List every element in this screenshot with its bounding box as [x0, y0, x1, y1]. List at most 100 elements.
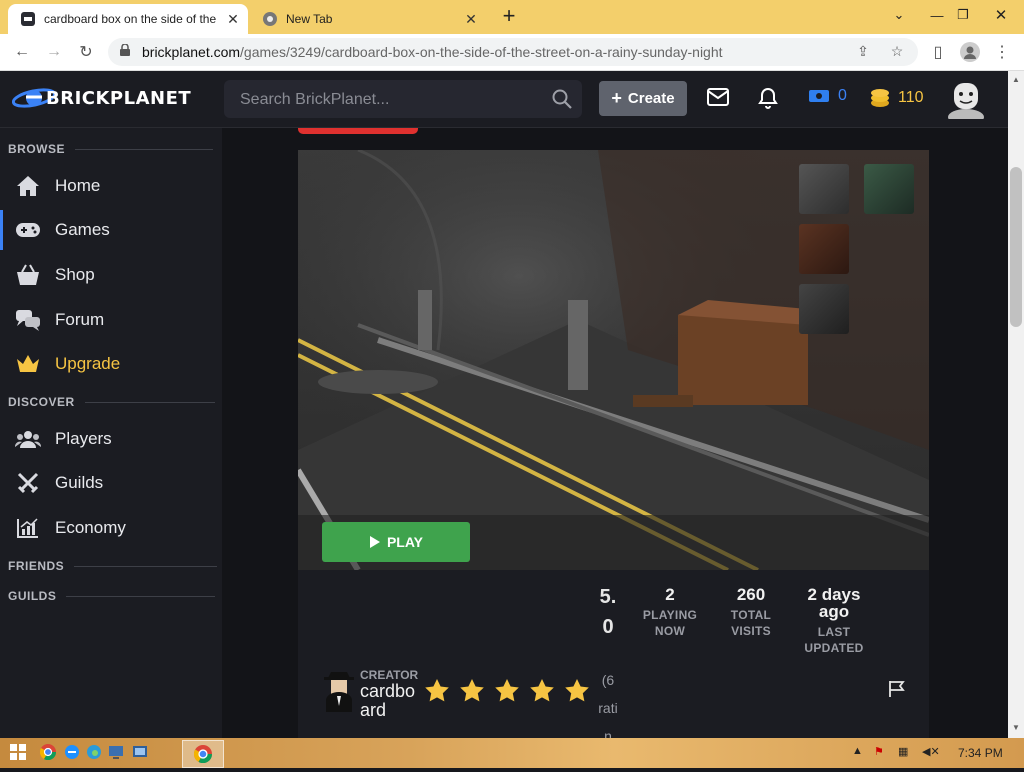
section-browse: BROWSE	[8, 142, 213, 156]
play-icon	[369, 536, 380, 548]
sidebar-item-upgrade[interactable]: Upgrade	[0, 344, 222, 384]
scroll-up-icon[interactable]: ▲	[1012, 75, 1020, 84]
home-icon	[14, 174, 42, 198]
brickplanet-favicon	[20, 11, 36, 27]
bookmark-star-icon[interactable]: ☆	[888, 43, 906, 61]
new-tab-button[interactable]: +	[498, 5, 520, 28]
sidebar-item-games[interactable]: Games	[0, 210, 225, 250]
sidebar-item-label: Shop	[55, 265, 95, 284]
bits-count: 110	[898, 89, 924, 106]
back-icon[interactable]: ←	[10, 40, 34, 64]
star-icon[interactable]	[459, 678, 485, 708]
restore-icon[interactable]: ❐	[950, 0, 976, 30]
close-tab-icon[interactable]: ✕	[462, 11, 480, 28]
create-button[interactable]: + Create	[599, 81, 687, 116]
tray-arrow-icon[interactable]: ▲	[852, 745, 863, 757]
mail-icon[interactable]	[707, 88, 729, 111]
chart-icon	[14, 516, 42, 540]
sidebar-item-forum[interactable]: Forum	[0, 300, 222, 340]
creator-label: CREATOR	[360, 668, 419, 682]
close-window-icon[interactable]: ✕	[988, 0, 1014, 30]
rating-value: 5.0	[599, 586, 617, 638]
red-action-button[interactable]	[298, 128, 418, 134]
taskbar-clock: 7:34 PM	[958, 746, 1003, 760]
report-flag-icon[interactable]	[888, 680, 906, 703]
url-text: brickplanet.com/games/3249/cardboard-box…	[142, 44, 723, 60]
edge-icon[interactable]	[86, 744, 104, 762]
sidebar-item-home[interactable]: Home	[0, 166, 222, 206]
close-tab-icon[interactable]: ✕	[224, 11, 242, 28]
stat-last-updated: 2 days ago LAST UPDATED	[804, 585, 864, 655]
thumbnail-4[interactable]	[799, 284, 849, 334]
minimize-icon[interactable]: —	[924, 0, 950, 30]
star-rating[interactable]	[424, 678, 599, 708]
tray-flag-icon[interactable]: ⚑	[874, 745, 884, 758]
thumbnail-3[interactable]	[799, 224, 849, 274]
stat-playing-now: 2 PLAYING NOW	[642, 585, 698, 638]
tab-title: cardboard box on the side of the	[44, 12, 217, 26]
sidebar-item-label: Forum	[55, 310, 105, 329]
sidebar-item-economy[interactable]: Economy	[0, 508, 222, 548]
star-icon[interactable]	[529, 678, 555, 708]
swords-icon	[14, 471, 42, 495]
search-box	[224, 80, 582, 120]
credits-display[interactable]: 0	[808, 87, 847, 105]
bits-display[interactable]: 110	[870, 87, 924, 109]
tab-search-chevron-icon[interactable]: ⌄	[886, 0, 912, 30]
sidebar-item-label: Economy	[55, 518, 126, 537]
browser-tab-strip: cardboard box on the side of the ✕ New T…	[0, 0, 1024, 34]
menu-kebab-icon[interactable]: ⋮	[990, 40, 1014, 64]
share-icon[interactable]: ⇪	[854, 43, 872, 61]
windows-start-icon[interactable]	[10, 744, 28, 762]
user-avatar[interactable]	[946, 79, 986, 125]
scroll-down-icon[interactable]: ▼	[1012, 723, 1020, 732]
star-icon[interactable]	[494, 678, 520, 708]
sidebar-item-players[interactable]: Players	[0, 419, 222, 459]
coins-icon	[871, 89, 889, 107]
browser-tab-newtab[interactable]: New Tab ✕	[250, 4, 486, 34]
star-icon[interactable]	[424, 678, 450, 708]
tray-volume-icon[interactable]: ◀✕	[922, 745, 940, 758]
section-discover: DISCOVER	[8, 395, 215, 409]
network-app-icon[interactable]	[132, 744, 150, 762]
tray-network-icon[interactable]: ▦	[898, 745, 908, 758]
tab-title: New Tab	[286, 12, 333, 26]
address-bar[interactable]: brickplanet.com/games/3249/cardboard-box…	[108, 38, 918, 66]
taskbar: ▲ ⚑ ▦ ◀✕ 7:34 PM	[0, 738, 1024, 768]
site-header: BRICKPLANET + Create 0 110	[0, 71, 1008, 128]
crown-icon	[14, 352, 42, 376]
bell-icon[interactable]	[758, 87, 778, 114]
chrome-taskbar-icon[interactable]	[39, 744, 58, 762]
page-scrollbar[interactable]: ▲ ▼	[1008, 71, 1024, 738]
sidebar-item-shop[interactable]: Shop	[0, 255, 222, 295]
search-icon[interactable]	[552, 89, 572, 114]
sidebar-item-label: Games	[55, 220, 110, 239]
ie-icon[interactable]	[64, 744, 82, 762]
monitor-icon[interactable]	[108, 744, 126, 762]
basket-icon	[14, 263, 42, 287]
search-input[interactable]	[238, 80, 542, 120]
logo-text: BRICKPLANET	[46, 87, 192, 109]
thumbnail-2[interactable]	[864, 164, 914, 214]
profile-icon[interactable]	[958, 40, 982, 64]
thumbnail-1[interactable]	[799, 164, 849, 214]
section-friends: FRIENDS	[8, 559, 218, 573]
reload-icon[interactable]: ↻	[74, 40, 98, 64]
play-button[interactable]: PLAY	[322, 522, 470, 562]
create-label: Create	[627, 90, 675, 107]
chrome-icon	[262, 11, 278, 27]
forward-icon[interactable]: →	[42, 40, 66, 64]
browser-tab-active[interactable]: cardboard box on the side of the ✕	[8, 4, 248, 34]
main-content: PLAY 5.0 (6 ratin 2 PLAYING NOW 260 TOTA…	[222, 128, 1008, 738]
side-panel-icon[interactable]: ▯	[926, 40, 950, 64]
star-icon[interactable]	[564, 678, 590, 708]
creator-info[interactable]: CREATOR cardboard	[322, 668, 424, 720]
creator-name[interactable]: cardboard	[360, 682, 424, 720]
brickplanet-logo[interactable]: BRICKPLANET	[12, 85, 191, 111]
sidebar-item-guilds[interactable]: Guilds	[0, 463, 222, 503]
scrollbar-thumb[interactable]	[1010, 167, 1022, 327]
game-thumbnail-viewer: PLAY	[298, 150, 929, 570]
game-info-panel: 5.0 (6 ratin 2 PLAYING NOW 260 TOTAL VIS…	[298, 570, 929, 738]
rating-count: (6 ratin	[598, 672, 618, 738]
chrome-taskbar-active[interactable]	[182, 740, 224, 768]
